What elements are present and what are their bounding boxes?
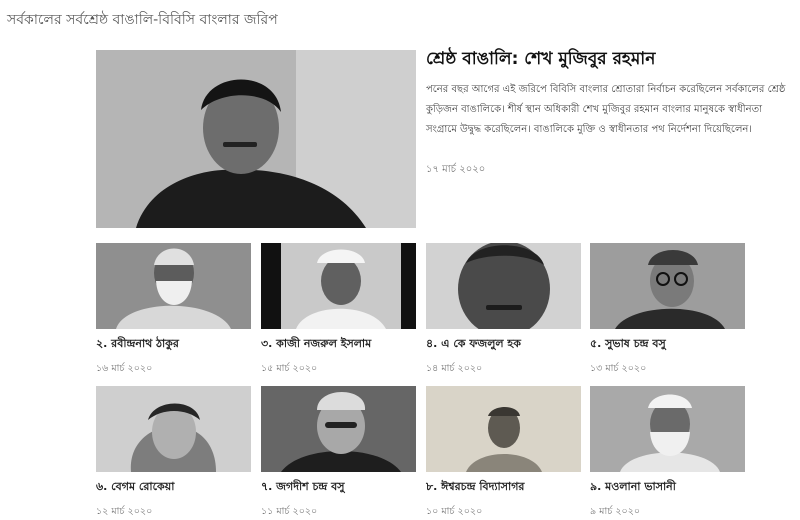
featured-summary: পনের বছর আগের এই জরিপে বিবিসি বাংলার শ্র… xyxy=(426,84,786,135)
card-date: ১২ মার্চ ২০২০ xyxy=(96,506,153,517)
card-caption[interactable]: ৯. মওলানা ভাসানী xyxy=(590,478,745,497)
card-vidyasagar[interactable]: ৮. ঈশ্বরচন্দ্র বিদ্যাসাগর ১০ মার্চ ২০২০ xyxy=(426,386,581,520)
featured-date: ১৭ মার্চ ২০২০ xyxy=(426,164,486,175)
featured-photo[interactable] xyxy=(96,50,416,228)
card-subhas-bose[interactable]: ৫. সুভাষ চন্দ্র বসু ১৩ মার্চ ২০২০ xyxy=(590,243,745,377)
card-jagadish-bose[interactable]: ৭. জগদীশ চন্দ্র বসু ১১ মার্চ ২০২০ xyxy=(261,386,416,520)
card-date: ১০ মার্চ ২০২০ xyxy=(426,506,483,517)
card-date: ১৩ মার্চ ২০২০ xyxy=(590,363,647,374)
card-caption[interactable]: ৬. বেগম রোকেয়া xyxy=(96,478,251,497)
card-date: ১৪ মার্চ ২০২০ xyxy=(426,363,483,374)
card-bhashani[interactable]: ৯. মওলানা ভাসানী ৯ মার্চ ২০২০ xyxy=(590,386,745,520)
card-begum-rokeya[interactable]: ৬. বেগম রোকেয়া ১২ মার্চ ২০২০ xyxy=(96,386,251,520)
card-caption[interactable]: ৭. জগদীশ চন্দ্র বসু xyxy=(261,478,416,497)
card-photo[interactable] xyxy=(261,386,416,472)
card-photo[interactable] xyxy=(96,243,251,329)
card-fazlul-haq[interactable]: ৪. এ কে ফজলুল হক ১৪ মার্চ ২০২০ xyxy=(426,243,581,377)
card-rabindranath[interactable]: ২. রবীন্দ্রনাথ ঠাকুর ১৬ মার্চ ২০২০ xyxy=(96,243,251,377)
card-date: ১৫ মার্চ ২০২০ xyxy=(261,363,318,374)
card-photo[interactable] xyxy=(590,243,745,329)
card-date: ১১ মার্চ ২০২০ xyxy=(261,506,318,517)
card-nazrul[interactable]: ৩. কাজী নজরুল ইসলাম ১৫ মার্চ ২০২০ xyxy=(261,243,416,377)
card-photo[interactable] xyxy=(261,243,416,329)
section-title: সর্বকালের সর্বশ্রেষ্ঠ বাঙালি-বিবিসি বাংল… xyxy=(7,12,278,28)
card-date: ১৬ মার্চ ২০২০ xyxy=(96,363,153,374)
featured-title[interactable]: শ্রেষ্ঠ বাঙালি: শেখ মুজিবুর রহমান xyxy=(426,46,655,74)
card-caption[interactable]: ৪. এ কে ফজলুল হক xyxy=(426,335,581,354)
card-caption[interactable]: ২. রবীন্দ্রনাথ ঠাকুর xyxy=(96,335,251,354)
card-photo[interactable] xyxy=(426,386,581,472)
card-photo[interactable] xyxy=(590,386,745,472)
card-date: ৯ মার্চ ২০২০ xyxy=(590,506,641,517)
card-caption[interactable]: ৫. সুভাষ চন্দ্র বসু xyxy=(590,335,745,354)
card-photo[interactable] xyxy=(426,243,581,329)
card-photo[interactable] xyxy=(96,386,251,472)
card-caption[interactable]: ৩. কাজী নজরুল ইসলাম xyxy=(261,335,416,354)
card-caption[interactable]: ৮. ঈশ্বরচন্দ্র বিদ্যাসাগর xyxy=(426,478,581,497)
